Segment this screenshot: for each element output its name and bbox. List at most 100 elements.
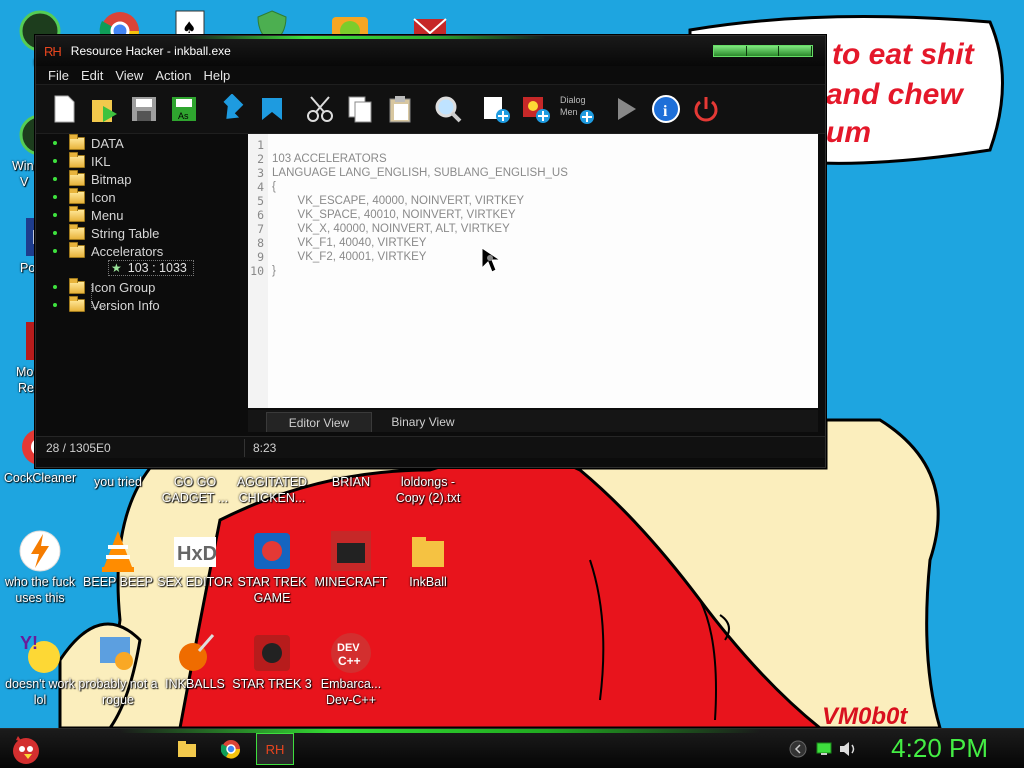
desktop-icon-inkballs[interactable]: INKBALLS xyxy=(155,630,235,692)
menu-help[interactable]: Help xyxy=(203,68,230,83)
speech-line-3: um xyxy=(826,116,871,149)
cut-button[interactable] xyxy=(302,89,338,129)
code-line: VK_X, 40000, NOINVERT, ALT, VIRTKEY xyxy=(272,223,510,235)
desktop-icon-label: BEEP BEEP xyxy=(83,575,153,589)
tree-leaf-selected[interactable]: ★ 103 : 1033 xyxy=(108,260,194,276)
desktop-icon-minecraft[interactable]: MINECRAFT xyxy=(311,528,391,590)
tree-expander[interactable] xyxy=(53,231,57,235)
svg-text:DEV: DEV xyxy=(337,642,360,654)
desktop-icon-label: STAR TREK 3 xyxy=(232,677,312,691)
menu-action[interactable]: Action xyxy=(155,68,191,83)
maximize-button[interactable] xyxy=(746,46,780,56)
add-resource-button[interactable] xyxy=(478,89,514,129)
lightning-icon xyxy=(17,528,63,574)
tab-binary-view[interactable]: Binary View xyxy=(378,412,468,432)
tree-item-label: Accelerators xyxy=(91,243,164,259)
taskbar-clock[interactable]: 4:20 PM xyxy=(891,733,988,764)
line-number: 4 xyxy=(257,180,264,194)
window-controls[interactable] xyxy=(713,45,813,57)
paste-button[interactable] xyxy=(382,89,418,129)
desktop-icon-label: doesn't work lol xyxy=(5,677,75,707)
close-button[interactable] xyxy=(779,46,813,56)
desktop-icon-you-tried[interactable]: you tried xyxy=(78,470,158,490)
desktop-icon-star-trek-game[interactable]: STAR TREK GAME xyxy=(232,528,312,606)
menu-view[interactable]: View xyxy=(115,68,143,83)
tree-expander[interactable] xyxy=(53,303,57,307)
desktop-icon-sex-editor[interactable]: HxD SEX EDITOR xyxy=(155,528,235,590)
script-editor[interactable]: 1 2 3 4 5 6 7 8 9 10 103 ACCELERATORS LA… xyxy=(248,134,818,408)
line-number: 6 xyxy=(257,208,264,222)
desktop-icon-label: SEX EDITOR xyxy=(157,575,233,589)
tree-expander[interactable] xyxy=(53,249,57,253)
open-file-button[interactable] xyxy=(86,89,122,129)
tree-expander[interactable] xyxy=(53,285,57,289)
tree-expander[interactable] xyxy=(53,213,57,217)
desktop-icon-loldongs[interactable]: loldongs - Copy (2).txt xyxy=(388,470,468,506)
tree-item-icon[interactable]: Icon xyxy=(44,187,116,206)
folder-icon xyxy=(69,187,85,204)
desktop-icon-probably-not-a-rogue[interactable]: probably not a rogue xyxy=(78,630,158,708)
tree-item-bitmap[interactable]: Bitmap xyxy=(44,169,131,188)
window-titlebar[interactable]: RH Resource Hacker - inkball.exe xyxy=(36,36,825,66)
start-button[interactable] xyxy=(6,731,46,767)
play-icon xyxy=(618,98,636,120)
line-number: 9 xyxy=(257,250,264,264)
desktop-icon-brian[interactable]: BRIAN xyxy=(311,470,391,490)
tray-show-hidden[interactable] xyxy=(786,735,810,763)
new-file-icon xyxy=(54,95,75,123)
tree-item-version-info[interactable]: Version Info xyxy=(44,295,160,314)
find-button[interactable] xyxy=(430,89,466,129)
desktop-icon-doesnt-work[interactable]: Y! doesn't work lol xyxy=(0,630,80,708)
desktop-icon-who-uses-this[interactable]: who the fuck uses this xyxy=(0,528,80,606)
new-file-button[interactable] xyxy=(46,89,82,129)
save-as-button[interactable]: As xyxy=(166,89,202,129)
minimize-button[interactable] xyxy=(714,46,747,56)
tray-volume[interactable] xyxy=(836,735,860,763)
folder-icon xyxy=(69,133,85,150)
dev-cpp-icon: DEV C++ xyxy=(328,630,374,676)
desktop-icon-inkball[interactable]: InkBall xyxy=(388,528,468,590)
tree-expander[interactable] xyxy=(53,195,57,199)
exit-button[interactable] xyxy=(688,89,724,129)
resource-tree[interactable]: DATA IKL Bitmap Icon Menu String Table A… xyxy=(44,133,244,436)
tree-expander[interactable] xyxy=(53,177,57,181)
dialog-menu-button[interactable]: Dialog Men xyxy=(558,89,596,129)
add-image-button[interactable] xyxy=(518,89,554,129)
editor-tab-bar: Editor View Binary View xyxy=(248,410,818,432)
desktop-icon-go-go-gadget[interactable]: GO GO GADGET ... xyxy=(155,470,235,506)
taskbar-explorer[interactable] xyxy=(172,735,202,763)
tab-editor-view[interactable]: Editor View xyxy=(266,412,372,432)
desktop-icon-star-trek-3[interactable]: STAR TREK 3 xyxy=(232,630,312,692)
desktop-icon-beep-beep[interactable]: BEEP BEEP xyxy=(78,528,158,590)
toolbar: As Dialog Men i xyxy=(36,84,825,134)
resource-hacker-window[interactable]: RH Resource Hacker - inkball.exe File Ed… xyxy=(35,35,826,468)
taskbar-chrome[interactable] xyxy=(216,735,246,763)
tree-item-menu[interactable]: Menu xyxy=(44,205,124,224)
tree-item-string-table[interactable]: String Table xyxy=(44,223,159,242)
line-number: 3 xyxy=(257,166,264,180)
menu-edit[interactable]: Edit xyxy=(81,68,103,83)
menu-file[interactable]: File xyxy=(48,68,69,83)
bookmark-button[interactable] xyxy=(254,89,290,129)
folder-icon xyxy=(178,741,196,757)
tree-item-ikl[interactable]: IKL xyxy=(44,151,111,170)
tree-item-accelerators[interactable]: Accelerators xyxy=(44,241,164,260)
tree-expander[interactable] xyxy=(53,159,57,163)
tree-item-icon-group[interactable]: Icon Group xyxy=(44,277,156,296)
desktop-icon-aggitated-chicken[interactable]: AGGITATED CHICKEN... xyxy=(232,470,312,506)
desktop-icon-dev-cpp[interactable]: DEV C++ Embarca... Dev-C++ xyxy=(311,630,391,708)
tree-expander[interactable] xyxy=(53,141,57,145)
network-icon xyxy=(816,742,832,755)
taskbar-resource-hacker[interactable]: RH xyxy=(256,733,294,765)
line-number: 10 xyxy=(250,264,264,278)
back-button[interactable] xyxy=(214,89,250,129)
save-button[interactable] xyxy=(126,89,162,129)
code-content[interactable]: 103 ACCELERATORS LANGUAGE LANG_ENGLISH, … xyxy=(272,138,568,278)
copy-button[interactable] xyxy=(342,89,378,129)
tree-item-label: Icon Group xyxy=(91,279,156,295)
about-button[interactable]: i xyxy=(648,89,684,129)
folder-icon xyxy=(69,223,85,240)
run-button[interactable] xyxy=(608,89,644,129)
tree-item-data[interactable]: DATA xyxy=(44,133,124,152)
tray-network[interactable] xyxy=(812,735,836,763)
